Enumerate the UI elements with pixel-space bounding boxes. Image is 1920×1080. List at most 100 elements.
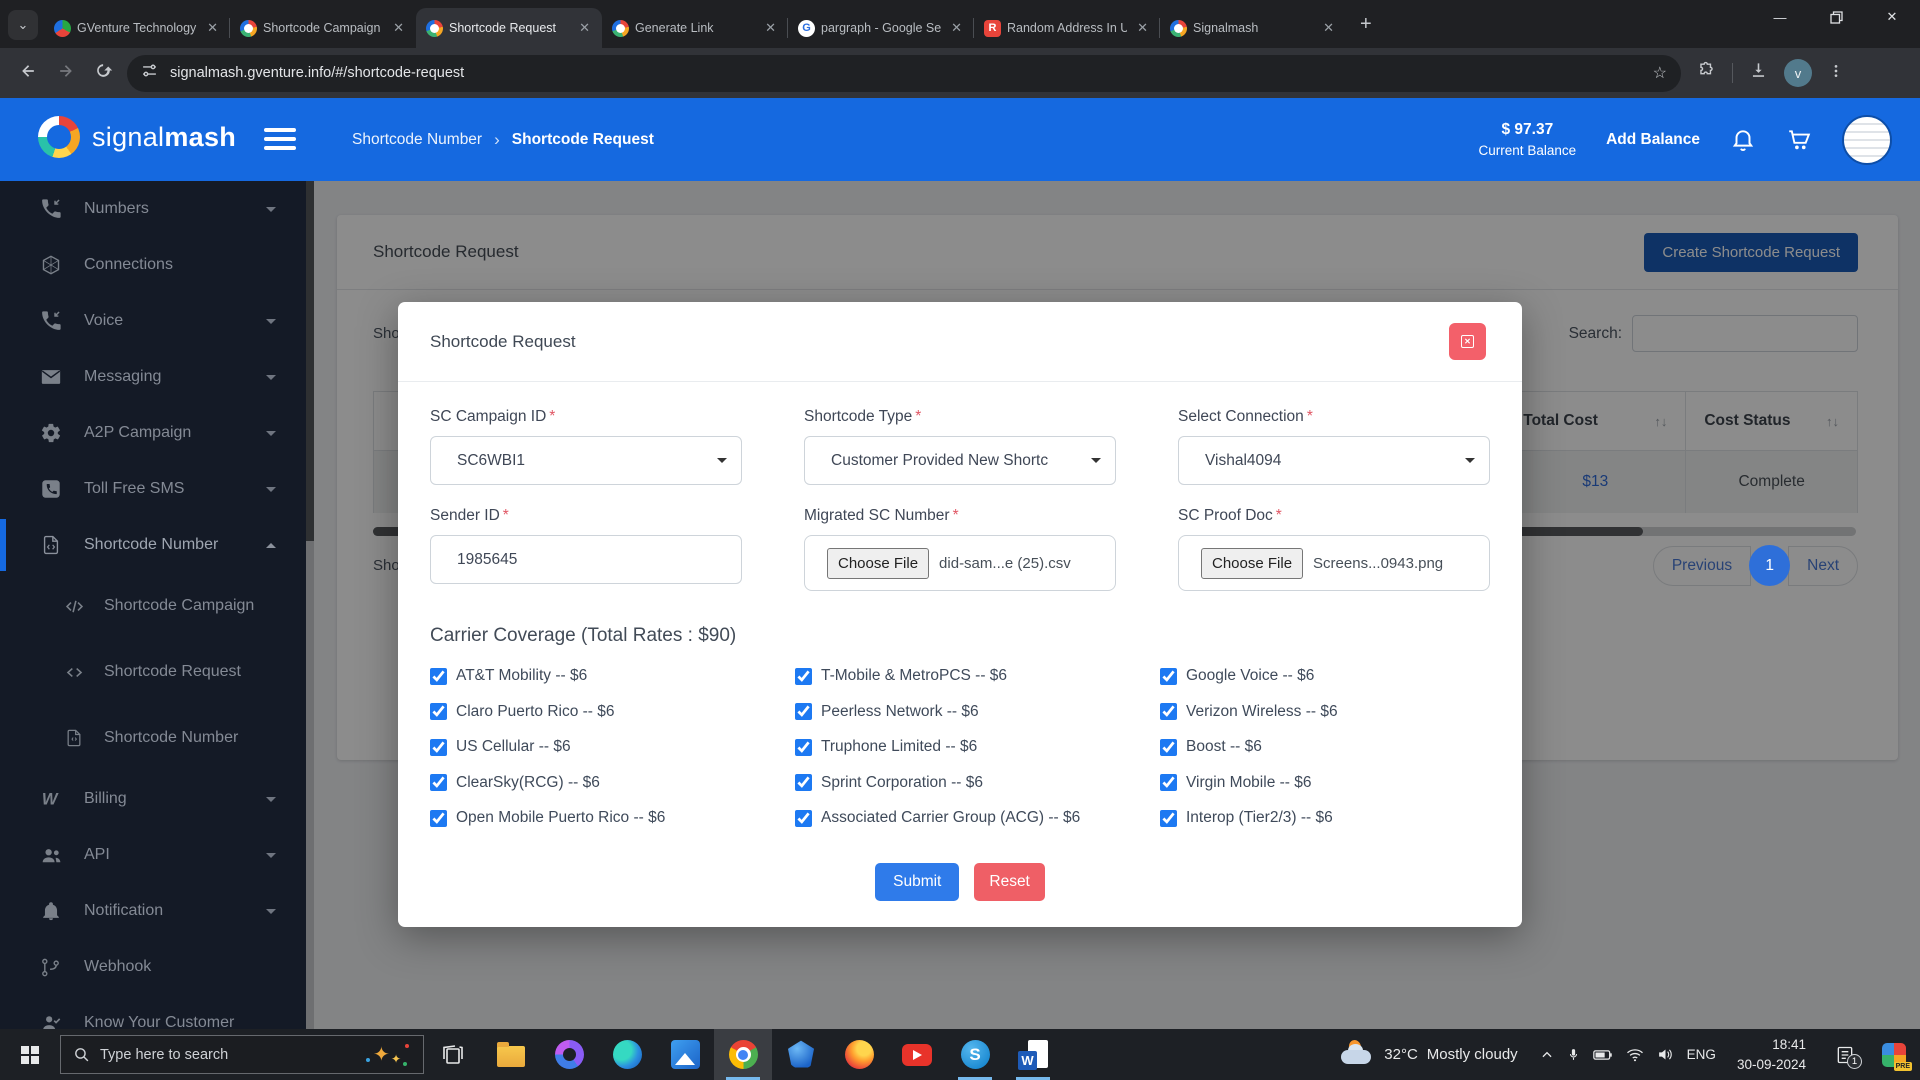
sidebar-item-voice[interactable]: Voice [0,293,306,349]
file-explorer-button[interactable] [482,1029,540,1080]
sidebar-item-webhook[interactable]: Webhook [0,939,306,995]
url-bar[interactable]: signalmash.gventure.info/#/shortcode-req… [127,55,1681,92]
sender-id-input[interactable]: 1985645 [430,535,742,584]
edge-button[interactable] [598,1029,656,1080]
checkbox[interactable] [1160,668,1177,685]
window-close-button[interactable]: ✕ [1864,0,1920,34]
sidebar-item-shortcode-number[interactable]: Shortcode Number [0,517,306,573]
reload-icon[interactable] [94,61,113,85]
checkbox[interactable] [795,668,812,685]
start-button[interactable] [0,1029,60,1080]
checkbox[interactable] [795,703,812,720]
browser-menu-icon[interactable] [1828,63,1844,84]
sc-proof-doc-file-input[interactable]: Choose File Screens...0943.png [1178,535,1490,591]
tab-close-icon[interactable]: ✕ [1319,20,1338,36]
tab-generate-link[interactable]: Generate Link ✕ [602,8,788,48]
bookmark-star-icon[interactable]: ☆ [1653,63,1667,83]
downloads-icon[interactable] [1749,61,1768,85]
sidebar-item-messaging[interactable]: Messaging [0,349,306,405]
carrier-checkbox[interactable]: Claro Puerto Rico -- $6 [430,701,770,723]
youtube-button[interactable] [888,1029,946,1080]
notifications-bell-icon[interactable] [1730,127,1756,153]
modal-close-button[interactable]: ✕ [1449,323,1486,360]
carrier-checkbox[interactable]: AT&T Mobility -- $6 [430,665,770,687]
microphone-icon[interactable] [1567,1046,1580,1063]
pagination-page-1[interactable]: 1 [1749,545,1790,586]
checkbox[interactable] [795,774,812,791]
add-balance-button[interactable]: Add Balance [1606,131,1700,149]
sidebar-item-know-your-customer[interactable]: Know Your Customer [0,995,306,1029]
tab-shortcode-campaign[interactable]: Shortcode Campaign ✕ [230,8,416,48]
checkbox[interactable] [795,739,812,756]
checkbox[interactable] [430,703,447,720]
site-settings-icon[interactable] [141,62,158,84]
tray-expand-icon[interactable] [1540,1048,1554,1062]
taskbar-clock[interactable]: 18:41 30-09-2024 [1737,1035,1806,1074]
url-text[interactable]: signalmash.gventure.info/#/shortcode-req… [170,65,1653,81]
submit-button[interactable]: Submit [875,863,959,901]
wifi-icon[interactable] [1626,1048,1644,1062]
user-avatar[interactable] [1842,115,1892,165]
browser-profile-avatar[interactable]: v [1784,59,1812,87]
language-indicator[interactable]: ENG [1687,1047,1716,1062]
checkbox[interactable] [1160,774,1177,791]
tab-close-icon[interactable]: ✕ [575,20,594,36]
carrier-checkbox[interactable]: Google Voice -- $6 [1160,665,1490,687]
checkbox[interactable] [430,774,447,791]
reset-button[interactable]: Reset [974,863,1045,901]
carrier-checkbox[interactable]: Virgin Mobile -- $6 [1160,772,1490,794]
signalmash-logo[interactable]: signalmash [38,116,236,158]
checkbox[interactable] [1160,810,1177,827]
sidebar-item-connections[interactable]: Connections [0,237,306,293]
tab-close-icon[interactable]: ✕ [389,20,408,36]
sidebar-item-numbers[interactable]: Numbers [0,181,306,237]
copilot-preview-icon[interactable]: PRE [1882,1043,1906,1067]
photos-button[interactable] [656,1029,714,1080]
forward-icon[interactable] [56,61,76,86]
carrier-checkbox[interactable]: ClearSky(RCG) -- $6 [430,772,770,794]
tab-close-icon[interactable]: ✕ [203,20,222,36]
cart-icon[interactable] [1786,127,1812,153]
carrier-checkbox[interactable]: Boost -- $6 [1160,736,1490,758]
volume-icon[interactable] [1657,1047,1674,1062]
skype-button[interactable]: S [946,1029,1004,1080]
tab-google-search[interactable]: G pargraph - Google Se ✕ [788,8,974,48]
sidebar-item-notification[interactable]: Notification [0,883,306,939]
tab-search-button[interactable]: ⌄ [8,10,38,40]
extensions-icon[interactable] [1697,61,1716,85]
tab-gventure[interactable]: GVenture Technology ✕ [44,8,230,48]
back-icon[interactable] [18,61,38,86]
carrier-checkbox[interactable]: T-Mobile & MetroPCS -- $6 [795,665,1135,687]
sidebar-item-billing[interactable]: W Billing [0,771,306,827]
tab-close-icon[interactable]: ✕ [947,20,966,36]
copilot-sparkle-icon[interactable]: ✦✦ [365,1040,411,1070]
choose-file-button[interactable]: Choose File [1201,548,1303,579]
firefox-button[interactable] [830,1029,888,1080]
checkbox[interactable] [430,810,447,827]
sidebar-item-a2p-campaign[interactable]: A2P Campaign [0,405,306,461]
shortcode-type-select[interactable]: Customer Provided New Shortc [804,436,1116,485]
carrier-checkbox[interactable]: Sprint Corporation -- $6 [795,772,1135,794]
window-minimize-button[interactable]: — [1752,0,1808,34]
tab-random-address[interactable]: R Random Address In U ✕ [974,8,1160,48]
carrier-checkbox[interactable]: Interop (Tier2/3) -- $6 [1160,807,1490,829]
new-tab-button[interactable]: + [1360,13,1372,36]
choose-file-button[interactable]: Choose File [827,548,929,579]
word-button[interactable]: W [1004,1029,1062,1080]
blue-app-button[interactable] [772,1029,830,1080]
sc-campaign-id-select[interactable]: SC6WBI1 [430,436,742,485]
tab-close-icon[interactable]: ✕ [761,20,780,36]
weather-widget[interactable]: 32°C Mostly cloudy [1341,1042,1517,1068]
tab-close-icon[interactable]: ✕ [1133,20,1152,36]
sidebar-item-api[interactable]: API [0,827,306,883]
carrier-checkbox[interactable]: Associated Carrier Group (ACG) -- $6 [795,807,1135,829]
sidebar-item-toll-free-sms[interactable]: Toll Free SMS [0,461,306,517]
checkbox[interactable] [430,739,447,756]
action-center-button[interactable]: 1 [1835,1045,1855,1065]
tab-signalmash[interactable]: Signalmash ✕ [1160,8,1346,48]
carrier-checkbox[interactable]: Truphone Limited -- $6 [795,736,1135,758]
task-view-button[interactable] [424,1029,482,1080]
taskbar-search-box[interactable]: Type here to search ✦✦ [60,1035,424,1074]
sidebar-subitem-shortcode-campaign[interactable]: Shortcode Campaign [0,573,306,639]
sidebar-subitem-shortcode-request[interactable]: Shortcode Request [0,639,306,705]
